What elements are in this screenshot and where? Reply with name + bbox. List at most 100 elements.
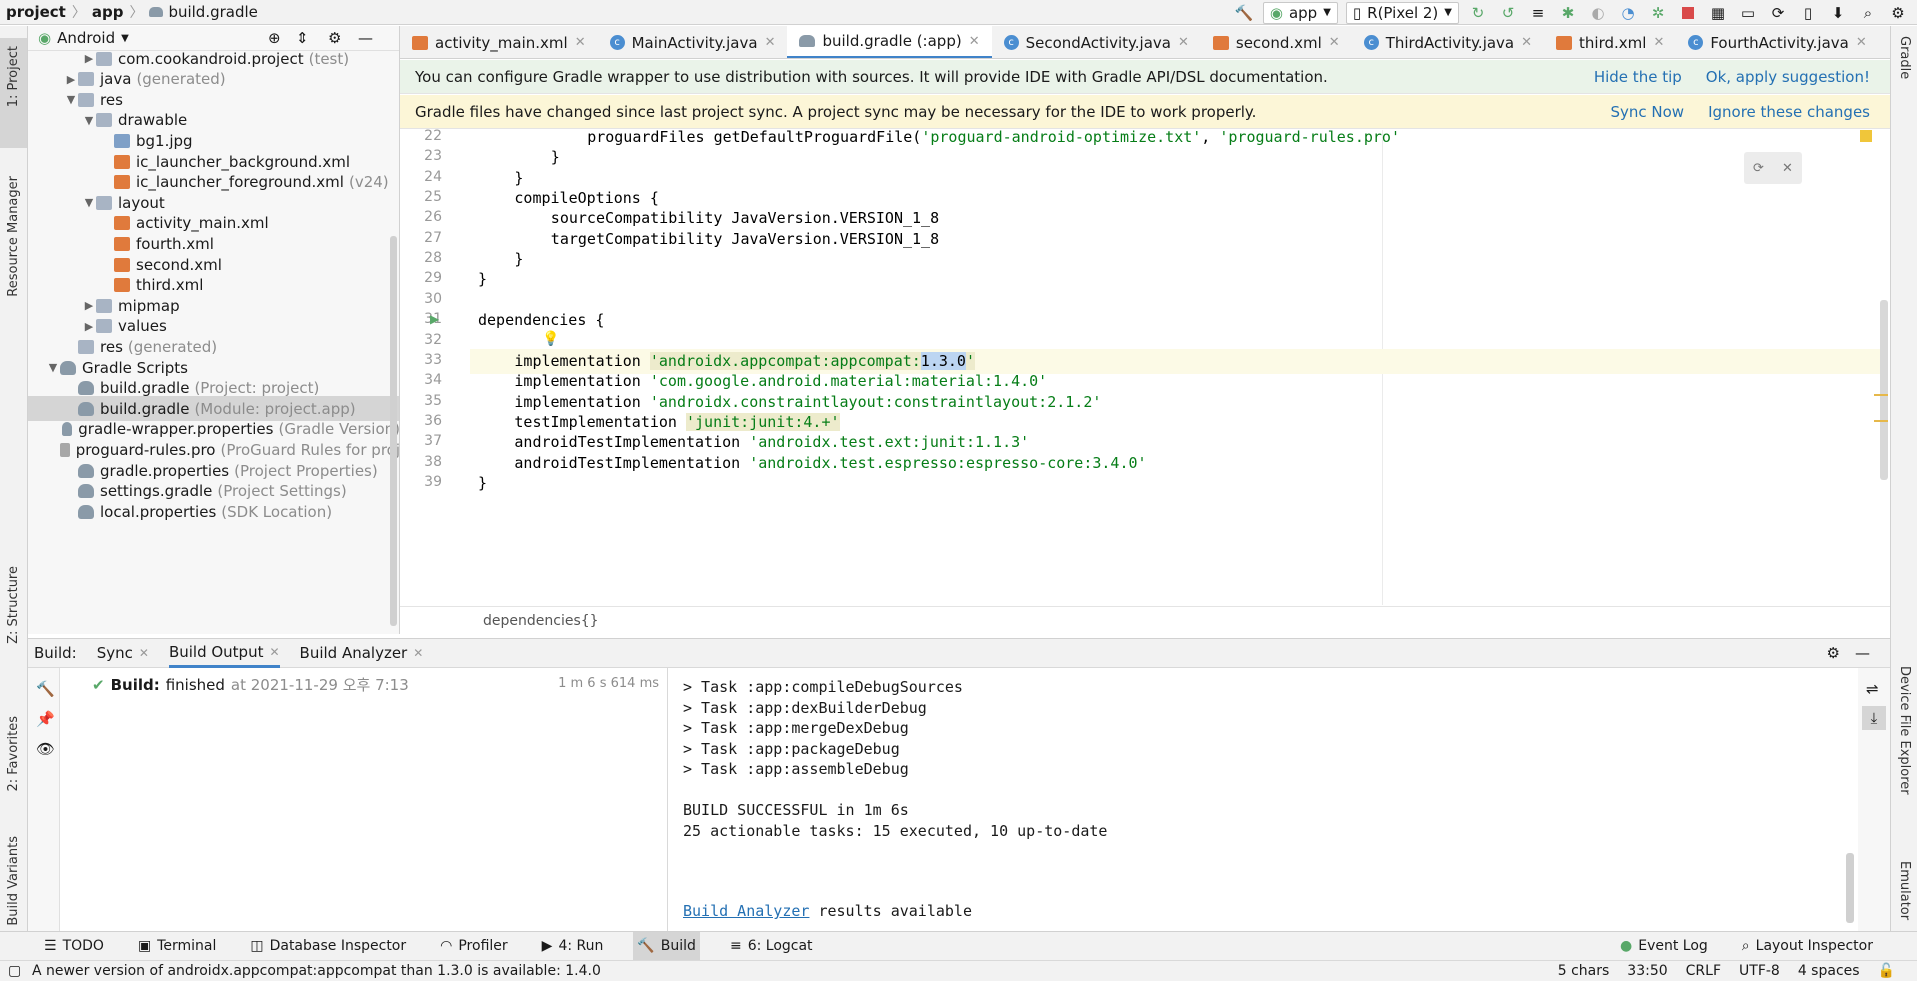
code-line[interactable]: proguardFiles getDefaultProguardFile('pr… xyxy=(470,130,1400,150)
apply-code-changes-icon[interactable]: ≡ xyxy=(1527,2,1549,24)
tab-activity-main-xml[interactable]: activity_main.xml ✕ xyxy=(400,26,598,58)
tab-build-output[interactable]: Build Output ✕ xyxy=(168,638,280,668)
tab-fourthactivity-java[interactable]: c FourthActivity.java ✕ xyxy=(1676,26,1878,58)
sync-gradle-icon[interactable]: ⟳ xyxy=(1767,2,1789,24)
hide-tip-link[interactable]: Hide the tip xyxy=(1594,68,1682,86)
tab-third-xml[interactable]: third.xml ✕ xyxy=(1544,26,1676,58)
resource-manager-tool-button[interactable]: Resource Manager xyxy=(6,176,21,297)
gradle-tool-button[interactable]: Gradle xyxy=(1897,36,1912,79)
emulator-tool-button[interactable]: Emulator xyxy=(1897,861,1912,920)
close-icon[interactable]: ✕ xyxy=(969,34,980,49)
project-tool-button[interactable]: 1: Project xyxy=(6,46,21,107)
scrollbar[interactable] xyxy=(1846,853,1854,923)
tab-fourth-xn[interactable]: fourth.xn✕ xyxy=(1879,26,1890,58)
coverage-icon[interactable]: ◐ xyxy=(1587,2,1609,24)
device-manager-icon[interactable]: ▯ xyxy=(1797,2,1819,24)
tool-button-todo[interactable]: ☰ TODO xyxy=(40,932,108,961)
tab-secondactivity-java[interactable]: c SecondActivity.java ✕ xyxy=(992,26,1201,58)
close-icon[interactable]: ✕ xyxy=(575,35,586,50)
breadcrumb-app[interactable]: app xyxy=(86,3,130,21)
close-icon[interactable]: ✕ xyxy=(1178,35,1189,50)
event-log-button[interactable]: ● Event Log xyxy=(1616,932,1712,961)
code-line[interactable]: androidTestImplementation 'androidx.test… xyxy=(470,451,1146,476)
debug-icon[interactable]: ✱ xyxy=(1557,2,1579,24)
expand-arrow-icon[interactable]: ▼ xyxy=(46,361,60,374)
lock-icon[interactable]: 🔓 xyxy=(1878,963,1895,979)
expand-arrow-icon[interactable]: ▼ xyxy=(64,93,78,106)
rerun-icon[interactable]: ↻ xyxy=(1467,2,1489,24)
scroll-to-end-icon[interactable]: ⤓ xyxy=(1862,706,1886,730)
collapse-arrow-icon[interactable]: ▶ xyxy=(82,320,96,333)
close-icon[interactable]: ✕ xyxy=(1521,35,1532,50)
status-message[interactable]: A newer version of androidx.appcompat:ap… xyxy=(32,963,601,979)
close-icon[interactable]: ✕ xyxy=(1856,35,1867,50)
tab-thirdactivity-java[interactable]: c ThirdActivity.java ✕ xyxy=(1352,26,1544,58)
device-select[interactable]: ▯ R(Pixel 2) ▼ xyxy=(1345,1,1459,24)
sync-gradle-icon[interactable]: ⟳ xyxy=(1753,161,1764,176)
avd-manager-icon[interactable]: ▭ xyxy=(1737,2,1759,24)
close-icon[interactable]: ✕ xyxy=(1782,161,1793,176)
attach-debugger-icon[interactable]: ✲ xyxy=(1647,2,1669,24)
code-line[interactable]: dependencies { xyxy=(470,308,604,333)
hammer-icon[interactable]: 🔨 xyxy=(36,680,55,698)
caret-position[interactable]: 33:50 xyxy=(1627,963,1667,979)
close-icon[interactable]: ✕ xyxy=(413,646,423,660)
layout-inspector-button[interactable]: ⌕ Layout Inspector xyxy=(1738,932,1877,961)
settings-icon[interactable]: ⚙ xyxy=(1887,2,1909,24)
apply-changes-icon[interactable]: ↺ xyxy=(1497,2,1519,24)
tool-button-6-logcat[interactable]: ≡ 6: Logcat xyxy=(726,932,817,961)
code-editor[interactable]: ⟳ ✕ proguardFiles getDefaultProguardFile… xyxy=(470,130,1890,605)
line-separator[interactable]: CRLF xyxy=(1686,963,1721,979)
tool-button-terminal[interactable]: ▣ Terminal xyxy=(134,932,220,961)
tab-mainactivity-java[interactable]: c MainActivity.java ✕ xyxy=(598,26,788,58)
close-icon[interactable]: ✕ xyxy=(1653,35,1664,50)
close-icon[interactable]: ✕ xyxy=(139,646,149,660)
lightbulb-icon[interactable]: 💡 xyxy=(542,331,559,347)
tree-item[interactable]: local.properties (SDK Location) xyxy=(28,499,399,524)
eye-icon[interactable]: 👁 xyxy=(36,740,55,758)
scrollbar[interactable] xyxy=(390,236,397,626)
profile-icon[interactable]: ◔ xyxy=(1617,2,1639,24)
pin-icon[interactable]: 📌 xyxy=(36,710,55,728)
code-line[interactable]: } xyxy=(470,471,487,496)
indent-setting[interactable]: 4 spaces xyxy=(1798,963,1860,979)
build-analyzer-link[interactable]: Build Analyzer xyxy=(683,902,809,920)
warning-marker[interactable] xyxy=(1860,130,1872,142)
breadcrumb-file[interactable]: build.gradle xyxy=(143,3,263,21)
expand-arrow-icon[interactable]: ▼ xyxy=(82,114,96,127)
project-view-select[interactable]: Android xyxy=(57,29,115,47)
collapse-arrow-icon[interactable]: ▶ xyxy=(64,73,78,86)
sync-now-link[interactable]: Sync Now xyxy=(1610,103,1684,121)
run-gutter-icon[interactable]: ▶ xyxy=(430,312,439,326)
tab-build-gradle-app[interactable]: build.gradle (:app) ✕ xyxy=(787,26,992,58)
device-file-explorer-tool-button[interactable]: Device File Explorer xyxy=(1897,666,1912,795)
close-icon[interactable]: ✕ xyxy=(269,645,279,659)
structure-tool-button[interactable]: Z: Structure xyxy=(6,566,21,644)
tool-button-profiler[interactable]: ◠ Profiler xyxy=(436,932,512,961)
run-config-select[interactable]: ◉ app ▼ xyxy=(1262,1,1338,24)
breadcrumb-project[interactable]: project xyxy=(0,3,72,21)
gear-icon[interactable]: ⚙ xyxy=(328,29,341,47)
tab-sync[interactable]: Sync ✕ xyxy=(97,644,149,662)
build-variants-tool-button[interactable]: Build Variants xyxy=(6,836,21,926)
favorites-tool-button[interactable]: 2: Favorites xyxy=(6,716,21,792)
tool-button-4-run[interactable]: ▶ 4: Run xyxy=(538,932,608,961)
tool-button-build[interactable]: 🔨 Build xyxy=(633,931,700,961)
collapse-arrow-icon[interactable]: ▶ xyxy=(82,299,96,312)
search-icon[interactable]: ⌕ xyxy=(1857,2,1879,24)
close-icon[interactable]: ✕ xyxy=(1329,35,1340,50)
locate-icon[interactable]: ⊕ xyxy=(268,29,281,47)
code-breadcrumb-item[interactable]: dependencies{} xyxy=(483,613,599,629)
tool-button-database-inspector[interactable]: ◫ Database Inspector xyxy=(246,932,410,961)
collapse-all-icon[interactable]: ⇕ xyxy=(296,29,309,47)
tab-build-analyzer[interactable]: Build Analyzer ✕ xyxy=(300,644,424,662)
build-status-row[interactable]: ✔ Build: finished at 2021-11-29 오후 7:13 xyxy=(92,674,409,695)
scrollbar[interactable] xyxy=(1880,300,1888,480)
stop-icon[interactable] xyxy=(1677,2,1699,24)
sdk-manager-icon[interactable]: ⬇ xyxy=(1827,2,1849,24)
close-icon[interactable]: ✕ xyxy=(765,35,776,50)
file-encoding[interactable]: UTF-8 xyxy=(1739,963,1780,979)
expand-arrow-icon[interactable]: ▼ xyxy=(82,196,96,209)
minimize-icon[interactable]: — xyxy=(358,29,373,47)
soft-wrap-icon[interactable]: ⇌ xyxy=(1866,680,1879,698)
